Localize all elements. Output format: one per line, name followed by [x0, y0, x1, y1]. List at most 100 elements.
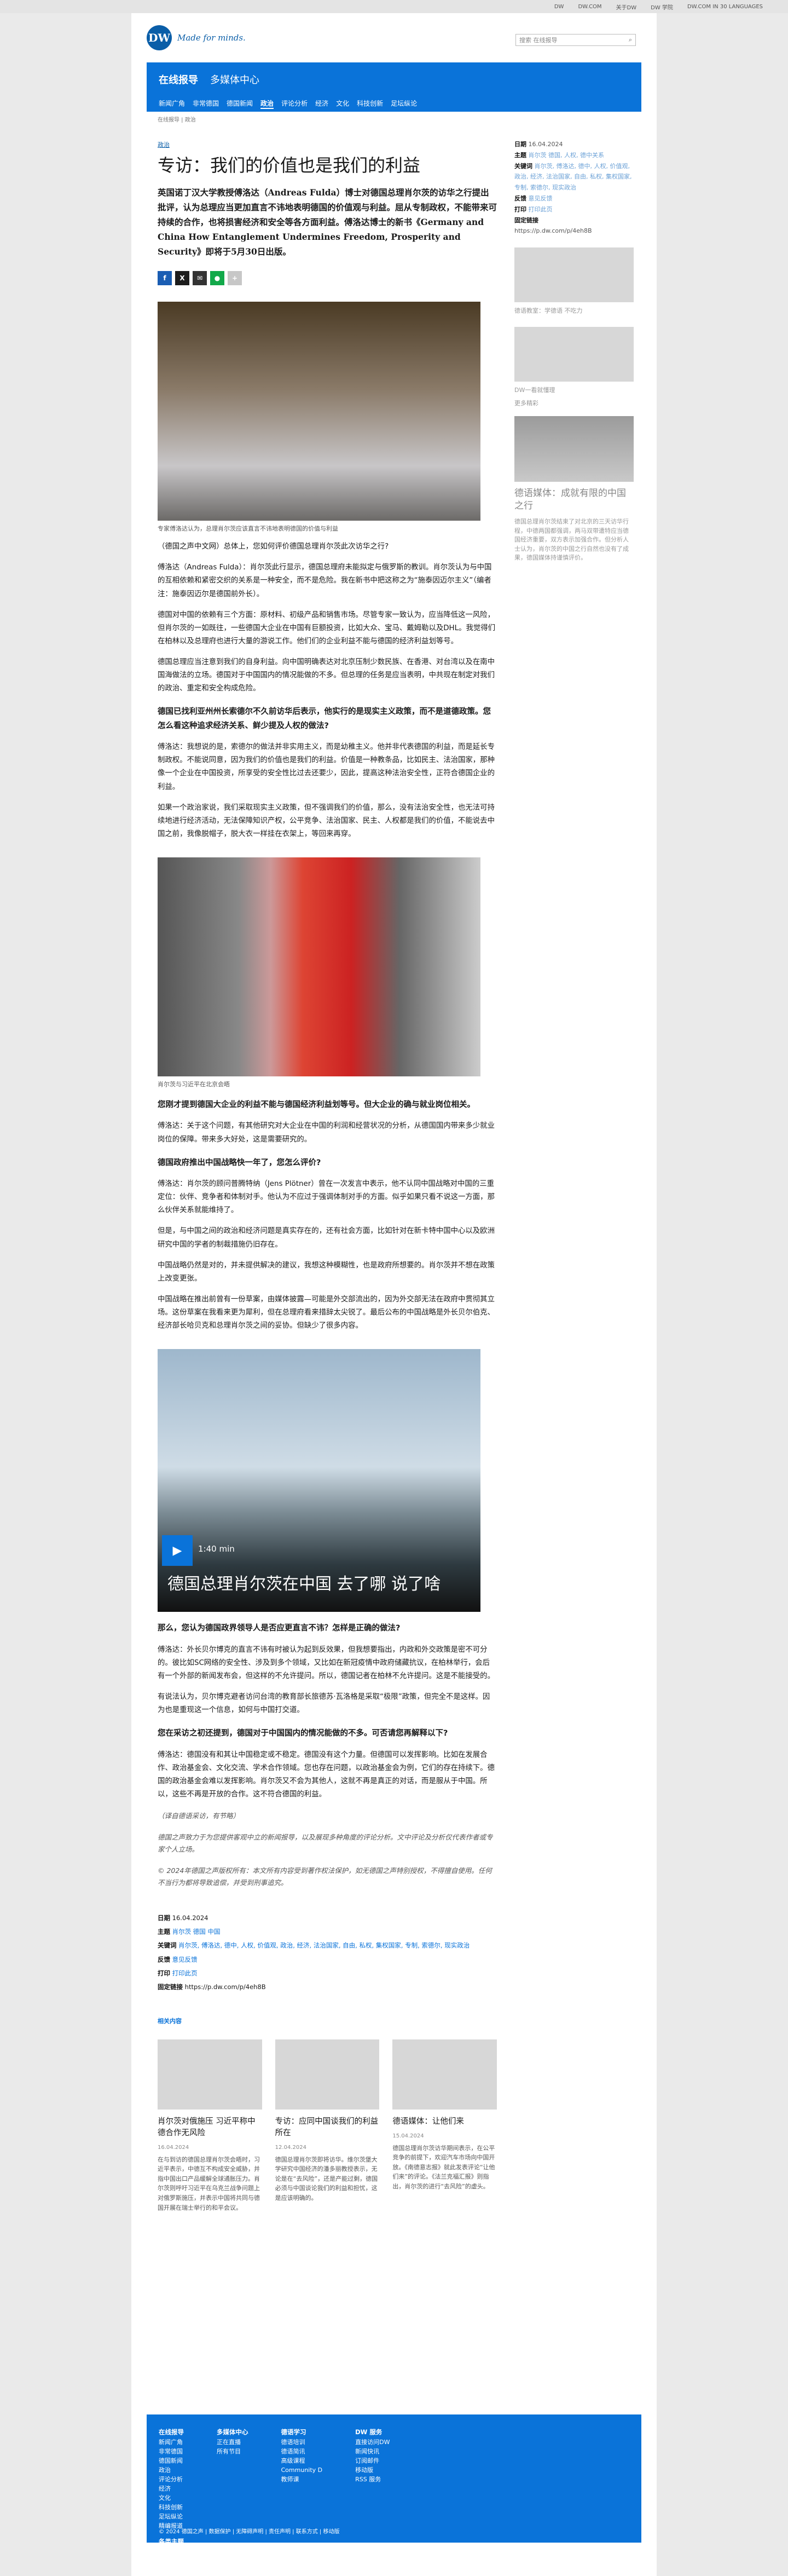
footer-link[interactable]: 政治	[159, 2465, 184, 2475]
nav-item-football[interactable]: 足坛纵论	[391, 99, 417, 109]
search-icon[interactable]: ⌕	[629, 36, 632, 44]
print-link[interactable]: 打印此页	[172, 1969, 198, 1977]
footer-link[interactable]: 所有节目	[217, 2447, 248, 2456]
search-input[interactable]: 搜索 在线报导 ⌕	[515, 34, 636, 46]
nav-item-science[interactable]: 科技创新	[357, 99, 383, 109]
topbar-link-languages[interactable]: DW.COM IN 30 LANGUAGES	[684, 4, 766, 10]
promo-banner-german-label[interactable]: 德语教室：学德语 不吃力	[514, 307, 634, 316]
related-card[interactable]: 专访：应同中国谈我们的利益所在 12.04.2024 德国总理肖尔茨即将访华。维…	[275, 2039, 380, 2213]
promo-banner-german[interactable]	[514, 247, 634, 303]
topbar-link-academy[interactable]: DW 学院	[647, 3, 676, 11]
line-icon[interactable]: ●	[210, 271, 224, 286]
paragraph: 有说法认为，贝尔博克避者访问台湾的教育部长旅德苏·瓦洛格是采取“极限”政策，但完…	[158, 1693, 490, 1715]
related-card-image[interactable]	[392, 2039, 497, 2110]
footer-link[interactable]: Community D	[281, 2465, 323, 2475]
topbar-link-dw[interactable]: DW	[551, 4, 567, 10]
sidebar-keywords[interactable]: 肖尔茨, 傅洛达, 德中, 人权, 价值观, 政治, 经济, 法治国家, 自由,…	[514, 163, 631, 192]
paragraph: （德国之声中文网）总体上，您如何评价德国总理肖尔茨此次访华之行?	[158, 543, 389, 551]
nav-online-news[interactable]: 在线报导	[159, 72, 198, 87]
facebook-icon[interactable]: f	[158, 271, 172, 286]
related-card-title[interactable]: 专访：应同中国谈我们的利益所在	[275, 2116, 380, 2139]
more-highlights-label: 更多精彩	[514, 400, 538, 407]
paragraph: 傅洛达（Andreas Fulda）：肖尔茨此行显示，德国总理府未能拟定与俄罗斯…	[158, 563, 492, 598]
sidebar-topics[interactable]: 肖尔茨 德国, 人权, 德中关系	[529, 152, 604, 159]
footer-link[interactable]: 高级课程	[281, 2456, 323, 2465]
footer-link[interactable]: 正在直播	[217, 2437, 248, 2447]
sidebar-story-image[interactable]	[514, 416, 634, 482]
video-player[interactable]: ▶ 1:40 min 德国总理肖尔茨在中国 去了哪 说了啥	[158, 1349, 480, 1612]
footer-link[interactable]: 直接访问DW	[355, 2437, 390, 2447]
dw-logo[interactable]: DW	[147, 25, 172, 50]
meta-feedback-label: 反馈	[158, 1955, 170, 1963]
feedback-link[interactable]: 意见反馈	[172, 1956, 198, 1963]
topbar-link-about[interactable]: 关于DW	[613, 3, 640, 11]
footer-column-title[interactable]: DW 服务	[355, 2428, 390, 2437]
footer-link[interactable]: 新闻快讯	[355, 2447, 390, 2456]
page-container: DW Made for minds. 搜索 在线报导 ⌕ 在线报导 多媒体中心 …	[131, 13, 657, 2576]
related-card-image[interactable]	[275, 2039, 380, 2110]
related-card-title[interactable]: 肖尔茨对俄施压 习近平称中德合作无风险	[158, 2116, 262, 2139]
article-kicker[interactable]: 政治	[158, 140, 497, 149]
nav-item-german-news[interactable]: 德国新闻	[227, 99, 253, 109]
sidebar-print-link[interactable]: 打印此页	[529, 206, 553, 213]
related-card-text: 德国总理肖尔茨即将访华。维尔茨堡大学研究中国经济的潘多丽教授表示，无论是在“去风…	[275, 2156, 378, 2202]
nav-item-commentary[interactable]: 评论分析	[281, 99, 308, 109]
footer-link[interactable]: 德语简讯	[281, 2447, 323, 2456]
sidebar-permalink[interactable]: https://p.dw.com/p/4eh8B	[514, 227, 592, 234]
footer-copyright[interactable]: © 2024 德国之声 | 数据保护 | 无障碍声明 | 责任声明 | 联系方式…	[159, 2527, 339, 2535]
footer-link[interactable]: 德语培训	[281, 2437, 323, 2447]
promo-banner-dw[interactable]	[514, 326, 634, 382]
sidebar-story-title[interactable]: 德语媒体：成就有限的中国之行	[514, 487, 634, 514]
meta-topics[interactable]: 肖尔茨 德国 中国	[172, 1928, 221, 1935]
footer-link[interactable]: 订阅邮件	[355, 2456, 390, 2465]
related-card-text: 在与到访的德国总理肖尔茨会晤时，习近平表示，中德互不构成安全威胁，并指中国出口产…	[158, 2156, 260, 2211]
footer-link[interactable]: 文化	[159, 2493, 184, 2503]
promo-banner-dw-label[interactable]: DW一看就懂理	[514, 386, 634, 395]
footer-link[interactable]: 经济	[159, 2484, 184, 2493]
topbar-link-dwcom[interactable]: DW.COM	[575, 4, 605, 10]
brand-header: DW Made for minds. 搜索 在线报导 ⌕	[131, 13, 657, 62]
more-share-icon[interactable]: +	[228, 271, 242, 286]
article-meta: 日期 16.04.2024 主题 肖尔茨 德国 中国 关键词 肖尔茨, 傅洛达,…	[158, 1911, 497, 1995]
main-navigation: 在线报导 多媒体中心 新闻广角 非常德国 德国新闻 政治 评论分析 经济 文化 …	[147, 62, 641, 112]
related-card-title[interactable]: 德语媒体：让他们来	[392, 2116, 497, 2128]
email-icon[interactable]: ✉	[193, 271, 207, 286]
image-caption-2: 肖尔茨与习近平在北京会晤	[158, 1081, 230, 1088]
footer-link[interactable]: 教师课	[281, 2475, 323, 2484]
sidebar-permalink-label: 固定链接	[514, 216, 538, 224]
meta-print-label: 打印	[158, 1969, 170, 1977]
footer-link[interactable]: 德国新闻	[159, 2456, 184, 2465]
nav-item-culture[interactable]: 文化	[336, 99, 349, 109]
interview-question: 那么，您认为德国政界领导人是否应更直言不讳？怎样是正确的做法?	[158, 1624, 401, 1633]
play-icon[interactable]: ▶	[162, 1535, 193, 1566]
video-title[interactable]: 德国总理肖尔茨在中国 去了哪 说了啥	[167, 1570, 441, 1594]
footer-link[interactable]: 科技创新	[159, 2503, 184, 2512]
footer-link[interactable]: RSS 服务	[355, 2475, 390, 2484]
nav-item-politics[interactable]: 政治	[260, 99, 274, 109]
nav-item-economy[interactable]: 经济	[315, 99, 328, 109]
footer-link[interactable]: 新闻广角	[159, 2437, 184, 2447]
breadcrumb[interactable]: 在线报导 | 政治	[158, 115, 630, 123]
permalink[interactable]: https://p.dw.com/p/4eh8B	[185, 1983, 266, 1991]
footer-link[interactable]: 非常德国	[159, 2447, 184, 2456]
footer-topics-link[interactable]: 各类主题	[159, 2537, 184, 2547]
footer-column-title[interactable]: 在线报导	[159, 2428, 184, 2437]
related-card[interactable]: 肖尔茨对俄施压 习近平称中德合作无风险 16.04.2024 在与到访的德国总理…	[158, 2039, 262, 2213]
footer-link[interactable]: 评论分析	[159, 2475, 184, 2484]
sidebar-keywords-label: 关键词	[514, 162, 532, 170]
footer-column-title[interactable]: 多媒体中心	[217, 2428, 248, 2437]
related-card-image[interactable]	[158, 2039, 262, 2110]
interview-question: 德国已找利亚州州长索德尔不久前访华后表示，他实行的是现实主义政策，而不是道德政策…	[158, 707, 491, 730]
sidebar-feedback-link[interactable]: 意见反馈	[529, 195, 553, 202]
translation-note: （译自德语采访，有节略）	[158, 1812, 240, 1820]
footer-column-title[interactable]: 德语学习	[281, 2428, 323, 2437]
x-twitter-icon[interactable]: X	[175, 271, 189, 286]
meta-keywords[interactable]: 肖尔茨, 傅洛达, 德中, 人权, 价值观, 政治, 经济, 法治国家, 自由,…	[178, 1941, 470, 1949]
nav-item-news[interactable]: 新闻广角	[159, 99, 185, 109]
paragraph: 中国战略仍然是对的，并未提供解决的建议，我想这种模糊性，也是政府所想要的。肖尔茨…	[158, 1261, 495, 1283]
nav-media-center[interactable]: 多媒体中心	[210, 72, 259, 87]
footer-link[interactable]: 移动版	[355, 2465, 390, 2475]
footer-link[interactable]: 足坛纵论	[159, 2512, 184, 2521]
related-card[interactable]: 德语媒体：让他们来 15.04.2024 德国总理肖尔茨访华期间表示，在公平竞争…	[392, 2039, 497, 2213]
nav-item-germany[interactable]: 非常德国	[193, 99, 219, 109]
